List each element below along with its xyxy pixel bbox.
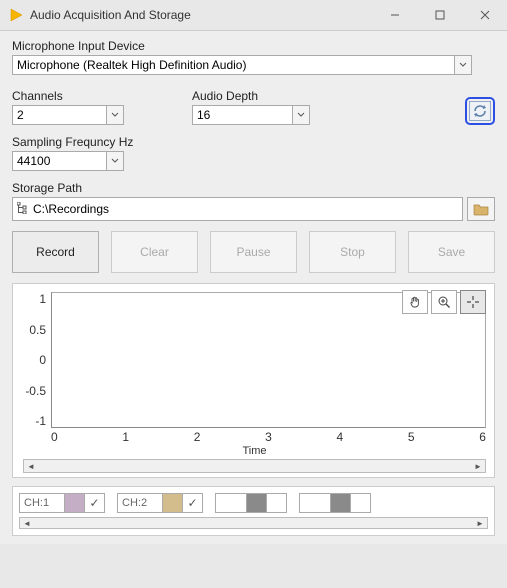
visibility-checkbox[interactable]: ✓	[183, 493, 203, 513]
x-axis: 0 1 2 3 4 5 6	[23, 428, 486, 444]
save-button[interactable]: Save	[408, 231, 495, 273]
legend-item-empty[interactable]	[299, 493, 371, 513]
folder-icon	[473, 202, 489, 216]
scroll-right-icon[interactable]: ►	[473, 519, 487, 528]
chevron-down-icon[interactable]	[292, 106, 309, 124]
sampling-label: Sampling Frequncy Hz	[12, 135, 495, 149]
scroll-right-icon[interactable]: ►	[471, 462, 485, 471]
y-axis: 1 0.5 0 -0.5 -1	[23, 292, 51, 428]
hand-icon	[408, 295, 422, 309]
magnifier-plus-icon	[437, 295, 451, 309]
channels-value[interactable]	[13, 106, 106, 124]
path-tree-icon	[17, 202, 29, 217]
chart-horizontal-scrollbar[interactable]: ◄ ►	[23, 459, 486, 473]
storage-label: Storage Path	[12, 181, 495, 195]
visibility-checkbox[interactable]: ✓	[85, 493, 105, 513]
browse-folder-button[interactable]	[467, 197, 495, 221]
legend-horizontal-scrollbar[interactable]: ◄ ►	[19, 517, 488, 529]
depth-value[interactable]	[193, 106, 292, 124]
depth-select[interactable]	[192, 105, 310, 125]
legend-item-ch2[interactable]: CH:2 ✓	[117, 493, 203, 513]
visibility-checkbox[interactable]	[267, 493, 287, 513]
legend-item-ch1[interactable]: CH:1 ✓	[19, 493, 105, 513]
chevron-down-icon[interactable]	[454, 56, 471, 74]
chevron-down-icon[interactable]	[106, 152, 123, 170]
crosshair-tool-button[interactable]	[460, 290, 486, 314]
device-label: Microphone Input Device	[12, 39, 495, 53]
color-swatch[interactable]	[65, 493, 85, 513]
record-button[interactable]: Record	[12, 231, 99, 273]
sampling-value[interactable]	[13, 152, 106, 170]
crosshair-icon	[466, 295, 480, 309]
zoom-tool-button[interactable]	[431, 290, 457, 314]
depth-label: Audio Depth	[192, 89, 310, 103]
chevron-down-icon[interactable]	[106, 106, 123, 124]
scroll-left-icon[interactable]: ◄	[24, 462, 38, 471]
device-value[interactable]	[13, 56, 454, 74]
scroll-left-icon[interactable]: ◄	[20, 519, 34, 528]
app-icon	[8, 7, 24, 23]
title-bar: Audio Acquisition And Storage	[0, 0, 507, 30]
pan-tool-button[interactable]	[402, 290, 428, 314]
device-select[interactable]	[12, 55, 472, 75]
legend-item-empty[interactable]	[215, 493, 287, 513]
maximize-button[interactable]	[417, 0, 462, 30]
color-swatch[interactable]	[163, 493, 183, 513]
channels-select[interactable]	[12, 105, 124, 125]
stop-button[interactable]: Stop	[309, 231, 396, 273]
pause-button[interactable]: Pause	[210, 231, 297, 273]
sampling-select[interactable]	[12, 151, 124, 171]
storage-path-value: C:\Recordings	[33, 202, 109, 216]
color-swatch[interactable]	[331, 493, 351, 513]
refresh-icon	[472, 104, 488, 118]
storage-path-input[interactable]: C:\Recordings	[12, 197, 463, 221]
close-button[interactable]	[462, 0, 507, 30]
visibility-checkbox[interactable]	[351, 493, 371, 513]
clear-button[interactable]: Clear	[111, 231, 198, 273]
waveform-chart: 1 0.5 0 -0.5 -1 0 1 2 3 4 5 6 Time ◄ ►	[12, 283, 495, 478]
color-swatch[interactable]	[247, 493, 267, 513]
minimize-button[interactable]	[372, 0, 417, 30]
legend-panel: CH:1 ✓ CH:2 ✓ ◄ ►	[12, 486, 495, 536]
refresh-button[interactable]	[465, 97, 495, 125]
window-title: Audio Acquisition And Storage	[30, 8, 372, 22]
x-axis-label: Time	[23, 444, 486, 457]
channels-label: Channels	[12, 89, 124, 103]
